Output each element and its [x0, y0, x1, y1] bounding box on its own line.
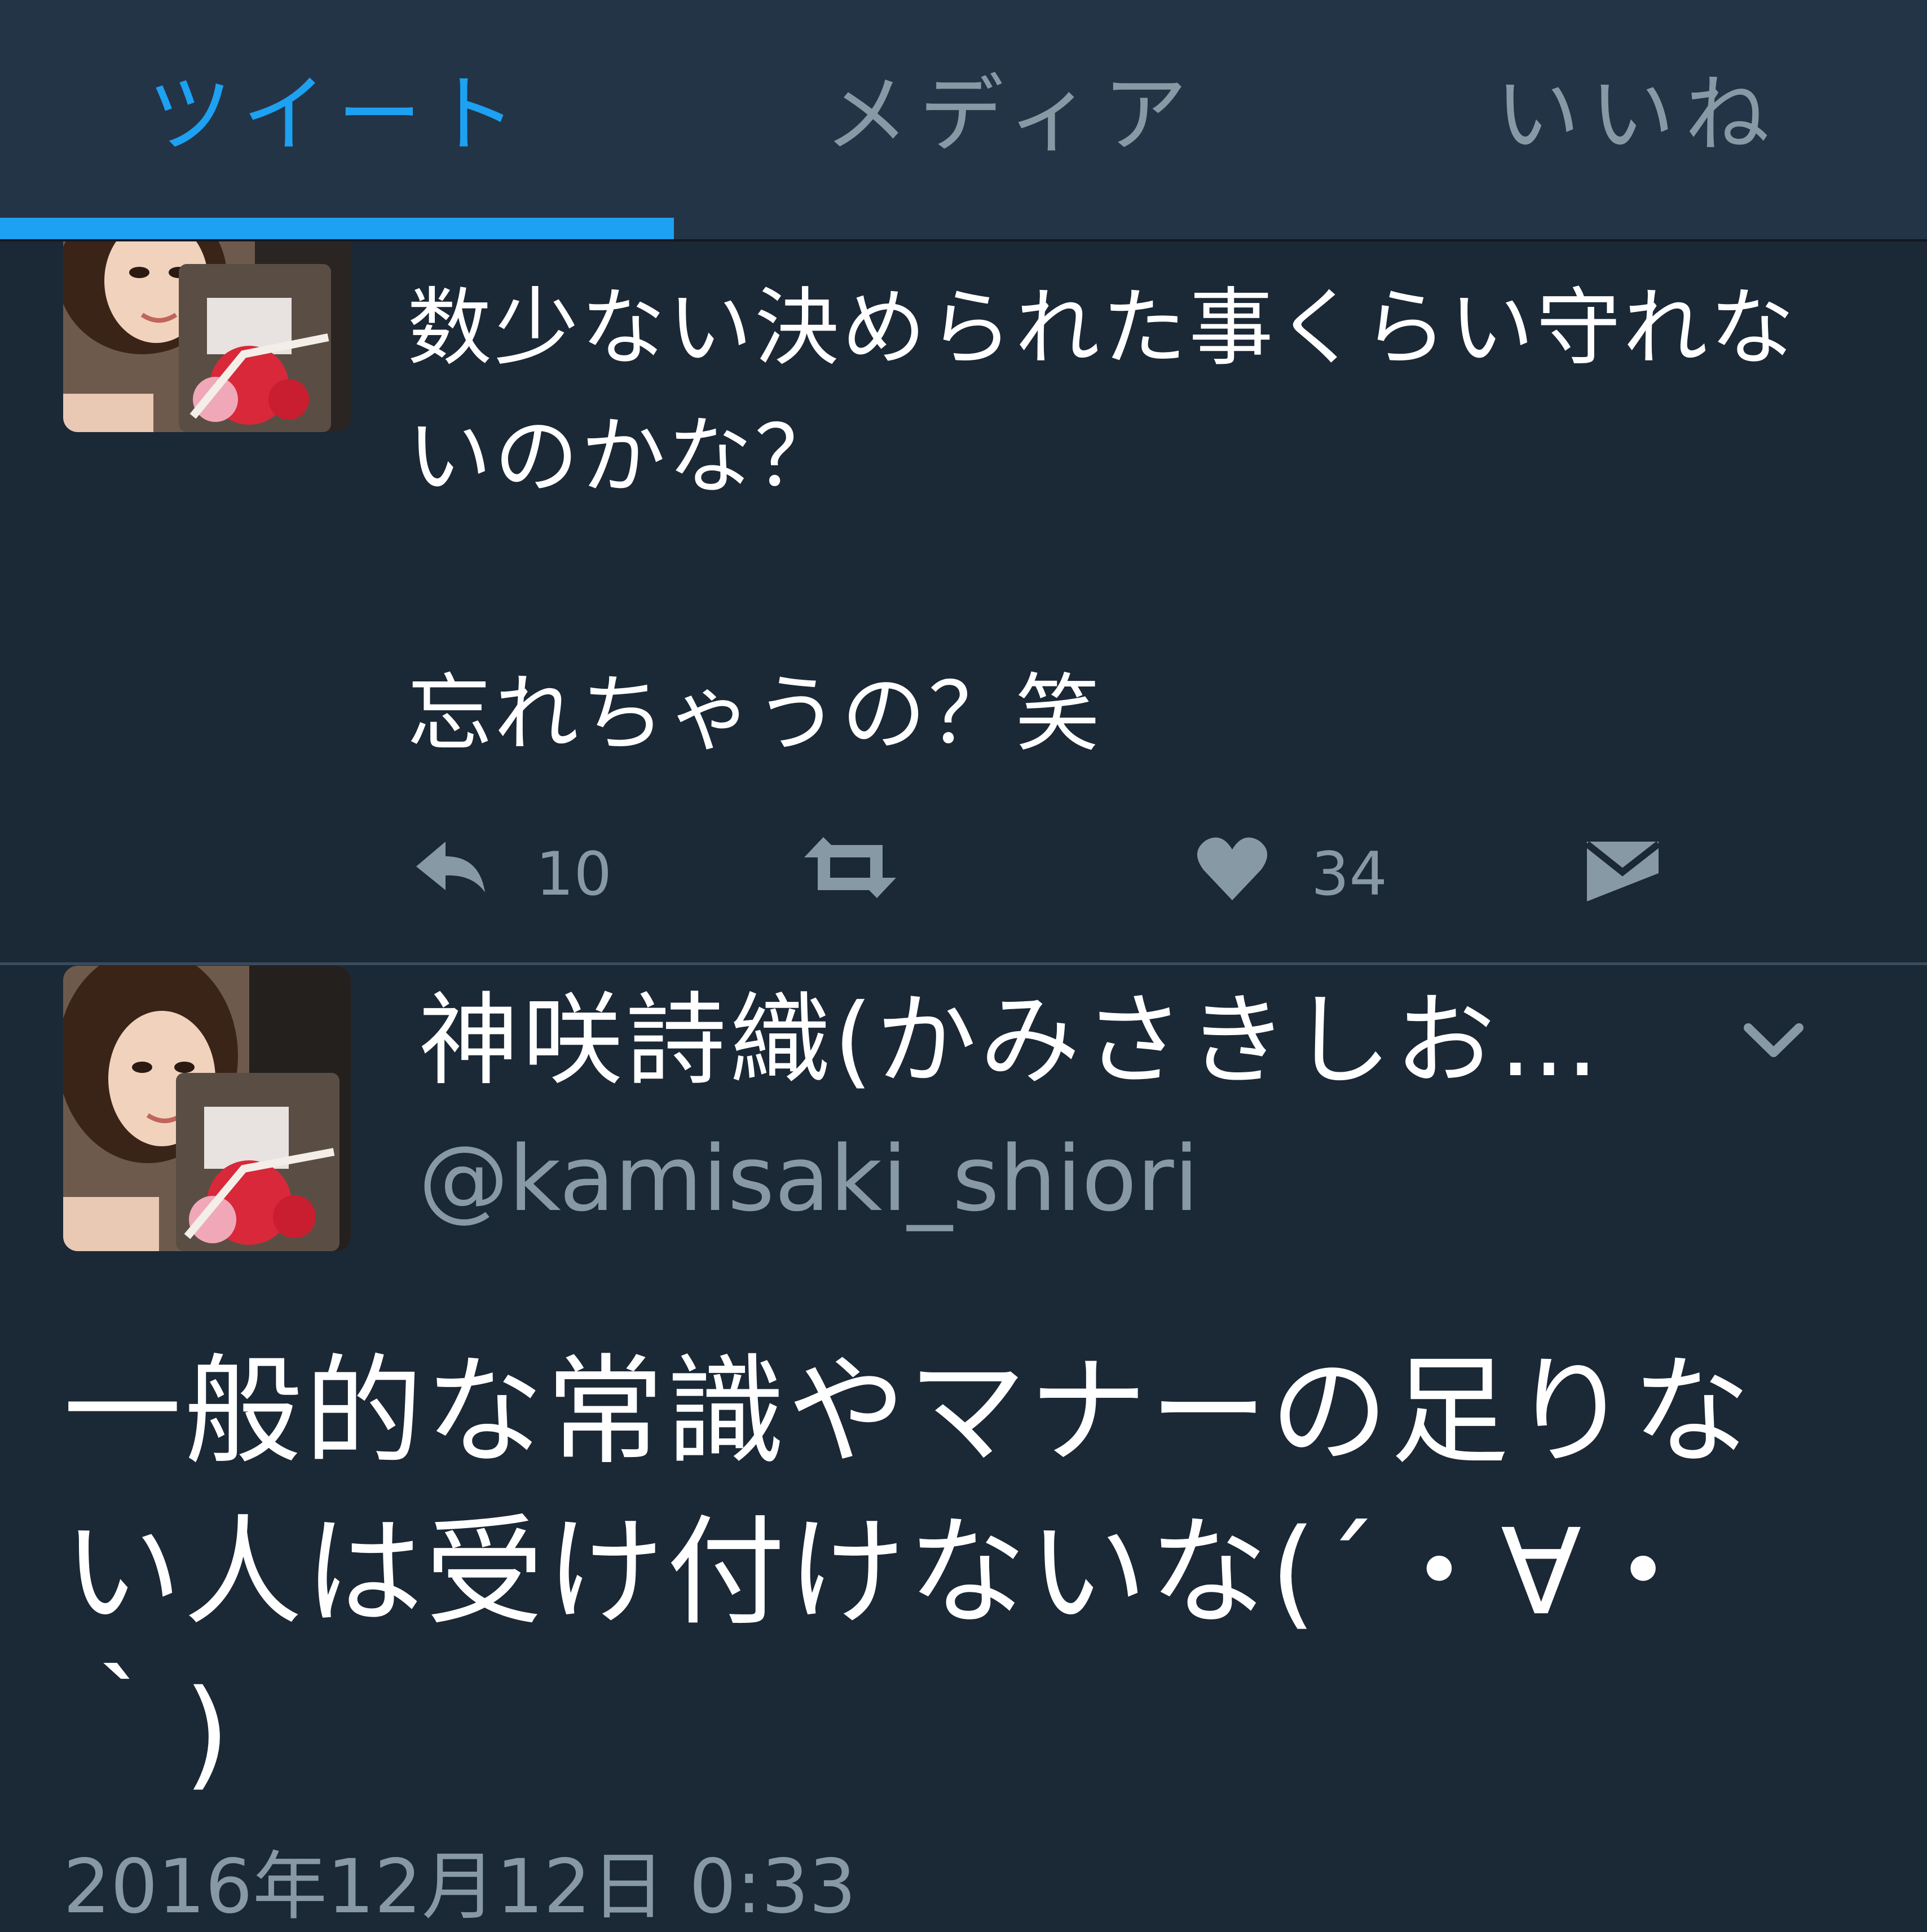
tweet-text: 数少ない決められた事くらい守れないのかな？ 忘れちゃうの？笑	[407, 279, 1797, 763]
active-tab-indicator	[0, 218, 674, 239]
avatar[interactable]	[63, 241, 351, 432]
tab-media[interactable]: メディア	[674, 0, 1348, 214]
retweet-icon[interactable]	[801, 834, 899, 901]
tab-tweets[interactable]: ツイート	[0, 0, 674, 214]
reply-count: 10	[536, 839, 612, 909]
reply-icon[interactable]	[411, 834, 490, 901]
tab-likes[interactable]: いいね	[1348, 0, 1927, 214]
tweet-item[interactable]: 数少ない決められた事くらい守れないのかな？ 忘れちゃうの？笑 10 34	[0, 241, 1927, 962]
user-handle[interactable]: @kamisaki_shiori	[418, 1123, 1199, 1235]
avatar[interactable]	[63, 966, 351, 1251]
profile-tab-bar: ツイート メディア いいね	[0, 0, 1927, 241]
like-count: 34	[1311, 839, 1387, 909]
heart-icon[interactable]	[1196, 835, 1269, 903]
direct-message-icon[interactable]	[1585, 839, 1661, 904]
display-name[interactable]: 神咲詩織(かみさきしお…	[418, 982, 1659, 1100]
chevron-down-icon[interactable]	[1743, 1015, 1805, 1066]
tweet-text: 一般的な常識やマナーの足りない人は受け付けないな(´・∀・｀)	[63, 1343, 1753, 1802]
tweet-timestamp[interactable]: 2016年12月12日 0:33	[63, 1842, 856, 1932]
tweet-divider	[0, 962, 1927, 965]
